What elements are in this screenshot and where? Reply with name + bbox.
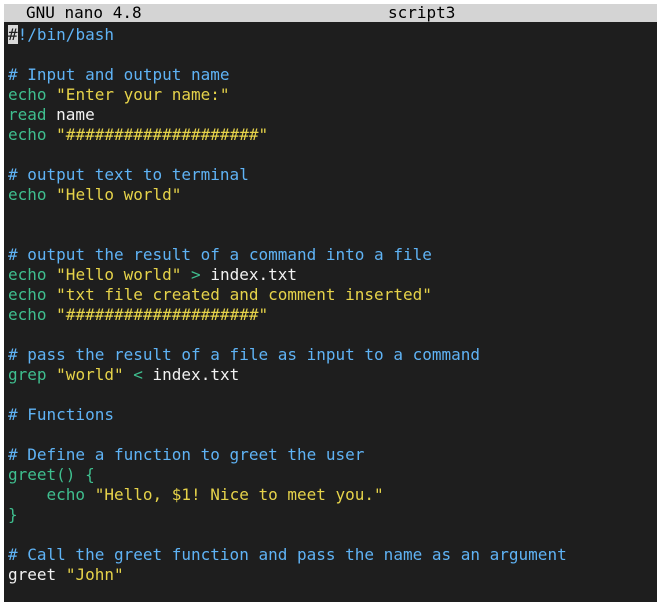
- code-token: # pass the result of a file as input to …: [8, 345, 481, 364]
- code-token: # Input and output name: [8, 65, 230, 84]
- code-line[interactable]: [8, 205, 657, 225]
- code-token: "####################": [56, 125, 269, 144]
- code-token: index.txt: [200, 265, 298, 284]
- code-line[interactable]: [8, 425, 657, 445]
- code-line[interactable]: [8, 525, 657, 545]
- code-token: "Hello world": [56, 265, 182, 284]
- code-line[interactable]: [8, 145, 657, 165]
- code-token: name: [46, 105, 95, 124]
- code-token: # Define a function to greet the user: [8, 445, 365, 464]
- code-token: "Enter your name:": [56, 85, 230, 104]
- code-token: echo: [8, 285, 47, 304]
- code-line[interactable]: # output text to terminal: [8, 165, 657, 185]
- code-token: "Hello world": [56, 185, 182, 204]
- app-title: GNU nano 4.8: [26, 4, 142, 22]
- code-token: echo: [8, 305, 47, 324]
- code-token: greet: [8, 565, 57, 584]
- code-token: echo: [8, 265, 47, 284]
- code-token: # output text to terminal: [8, 165, 249, 184]
- code-line[interactable]: [8, 45, 657, 65]
- code-line[interactable]: echo "Hello, $1! Nice to meet you.": [8, 485, 657, 505]
- code-line[interactable]: # Call the greet function and pass the n…: [8, 545, 657, 565]
- nano-title-bar: GNU nano 4.8 script3: [4, 4, 657, 22]
- code-token: echo: [8, 185, 47, 204]
- code-line[interactable]: echo "Enter your name:": [8, 85, 657, 105]
- code-token: }: [8, 505, 18, 524]
- code-line[interactable]: # Functions: [8, 405, 657, 425]
- text-cursor: #: [8, 25, 18, 44]
- code-token: <: [133, 365, 143, 384]
- editor-buffer[interactable]: #!/bin/bash # Input and output name echo "…: [8, 25, 657, 585]
- code-token: # Functions: [8, 405, 114, 424]
- code-token: grep: [8, 365, 47, 384]
- code-token: "txt file created and comment inserted": [56, 285, 432, 304]
- code-token: "John": [65, 565, 124, 584]
- code-line[interactable]: greet() {: [8, 465, 657, 485]
- code-line[interactable]: echo "txt file created and comment inser…: [8, 285, 657, 305]
- code-line[interactable]: echo "Hello world": [8, 185, 657, 205]
- code-line[interactable]: greet "John": [8, 565, 657, 585]
- code-line[interactable]: # output the result of a command into a …: [8, 245, 657, 265]
- code-line[interactable]: read name: [8, 105, 657, 125]
- code-line[interactable]: [8, 325, 657, 345]
- code-token: echo: [46, 485, 86, 504]
- code-line[interactable]: # pass the result of a file as input to …: [8, 345, 657, 365]
- code-token: "world": [56, 365, 124, 384]
- code-line[interactable]: echo "####################": [8, 125, 657, 145]
- code-token: echo: [8, 125, 47, 144]
- code-line[interactable]: [8, 385, 657, 405]
- file-name: script3: [388, 4, 456, 22]
- terminal-window: GNU nano 4.8 script3 #!/bin/bash # Input …: [4, 4, 657, 602]
- code-line[interactable]: echo "Hello world" > index.txt: [8, 265, 657, 285]
- code-token: "Hello, $1! Nice to meet you.": [94, 485, 384, 504]
- code-token: echo: [8, 85, 47, 104]
- code-token: index.txt: [142, 365, 240, 384]
- code-line[interactable]: # Input and output name: [8, 65, 657, 85]
- code-line[interactable]: }: [8, 505, 657, 525]
- code-token: >: [191, 265, 201, 284]
- code-token: read: [8, 105, 47, 124]
- code-line[interactable]: [8, 225, 657, 245]
- code-token: # output the result of a command into a …: [8, 245, 432, 264]
- code-token: "####################": [56, 305, 269, 324]
- code-line[interactable]: #!/bin/bash: [8, 25, 657, 45]
- code-token: !/bin/bash: [17, 25, 114, 44]
- code-token: # Call the greet function and pass the n…: [8, 545, 567, 564]
- code-line[interactable]: grep "world" < index.txt: [8, 365, 657, 385]
- code-line[interactable]: # Define a function to greet the user: [8, 445, 657, 465]
- code-token: greet() {: [8, 465, 95, 484]
- code-line[interactable]: echo "####################": [8, 305, 657, 325]
